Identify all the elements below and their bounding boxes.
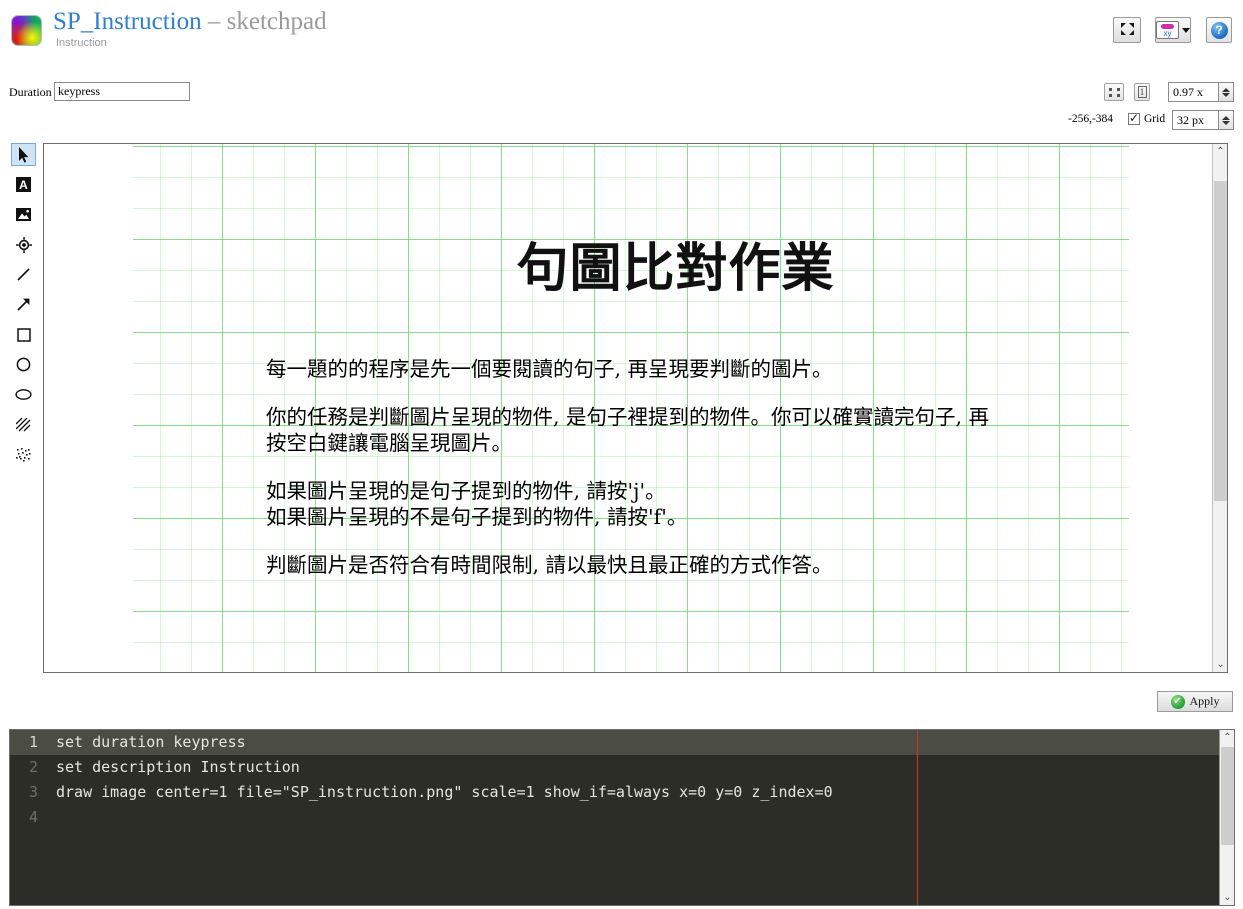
code-line[interactable]: set description Instruction [47, 755, 1219, 780]
app-header: SP_Instruction – sketchpad Instruction x… [0, 0, 1243, 66]
apply-button-label: Apply [1189, 694, 1220, 708]
canvas-page[interactable]: 句圖比對作業 每一題的的程序是先一個要閱讀的句子, 再呈現要判斷的圖片。 你的任… [44, 144, 1213, 672]
editor-scroll-up-button[interactable]: ⌃ [1220, 730, 1234, 745]
fit-view-icon [1108, 87, 1120, 97]
zoom-level-value: 0.97 x [1173, 84, 1203, 99]
cursor-arrow-icon [19, 146, 29, 163]
canvas-scroll-up-button[interactable]: ⌃ [1213, 144, 1227, 159]
chevron-down-icon[interactable] [1222, 92, 1230, 97]
help-icon: ? [1210, 21, 1228, 39]
arrow-icon [17, 298, 30, 311]
image-icon [16, 208, 31, 221]
sketchpad-window: SP_Instruction – sketchpad Instruction x… [0, 0, 1243, 909]
help-button[interactable]: ? [1206, 17, 1232, 43]
arrow-tool[interactable] [11, 293, 36, 316]
editor-caret [917, 730, 918, 905]
cursor-coordinates: -256,-384 [1068, 113, 1114, 125]
page-title-dash: – [201, 8, 227, 35]
page-description: Instruction [56, 37, 107, 49]
code-line[interactable]: set duration keypress [47, 730, 1219, 755]
fullscreen-icon [1120, 22, 1135, 38]
circle-tool[interactable] [11, 353, 36, 376]
circle-icon [16, 357, 31, 372]
line-number: 4 [28, 808, 38, 826]
page-title-sub: sketchpad [226, 8, 327, 35]
line-number: 1 [10, 730, 47, 755]
instruction-paragraph: 按空白鍵讓電腦呈現圖片。 [266, 431, 512, 455]
chevron-down-icon[interactable] [1182, 27, 1190, 33]
grid-stepper-arrows[interactable] [1218, 111, 1233, 129]
text-tool[interactable]: A [11, 173, 36, 196]
green-check-icon: ✔ [1170, 694, 1185, 709]
line-icon [17, 268, 30, 281]
instruction-paragraph: 判斷圖片是否符合有時間限制, 請以最快且最正確的方式作答。 [266, 553, 833, 577]
chevron-up-icon: ⌃ [1216, 145, 1225, 157]
xy-pill-shape [1161, 23, 1174, 29]
instruction-paragraph: 你的任務是判斷圖片呈現的物件, 是句子裡提到的物件。你可以確實讀完句子, 再 [266, 405, 990, 429]
instruction-paragraph: 如果圖片呈現的不是句子提到的物件, 請按'f'。 [266, 505, 688, 529]
image-tool[interactable] [11, 203, 36, 226]
chevron-up-icon[interactable] [1222, 115, 1230, 120]
canvas-scroll-thumb[interactable] [1214, 181, 1227, 501]
xy-icon-label: xy [1163, 28, 1172, 38]
page-title: SP_Instruction – sketchpad [53, 8, 327, 36]
sketchpad-canvas[interactable]: 句圖比對作業 每一題的的程序是先一個要閱讀的句子, 再呈現要判斷的圖片。 你的任… [43, 143, 1228, 673]
fit-view-button[interactable] [1104, 83, 1124, 101]
zoom-level-stepper[interactable]: 0.97 x [1168, 82, 1234, 102]
ellipse-tool[interactable] [11, 383, 36, 406]
editor-gutter: 1 2 3 4 [10, 730, 47, 905]
zoom-stepper-arrows[interactable] [1218, 83, 1233, 101]
text-a-icon: A [16, 177, 31, 192]
fullscreen-icon-svg [1120, 23, 1134, 35]
hatch-tool[interactable] [11, 413, 36, 436]
chevron-up-icon: ⌃ [1223, 731, 1232, 743]
grid-size-value: 32 px [1177, 112, 1204, 127]
fullscreen-button[interactable] [1113, 17, 1141, 43]
hatch-pattern-icon [16, 417, 31, 431]
zoom-reset-button[interactable]: 1 [1134, 83, 1150, 101]
instruction-paragraph: 每一題的的程序是先一個要閱讀的句子, 再呈現要判斷的圖片。 [266, 357, 833, 381]
line-tool[interactable] [11, 263, 36, 286]
target-icon [15, 236, 32, 253]
instruction-title: 句圖比對作業 [516, 238, 835, 299]
color-wheel-icon [11, 15, 42, 46]
svg-text:A: A [19, 178, 28, 192]
grid-label: Grid [1144, 113, 1166, 125]
editor-code-area[interactable]: set duration keypress set description In… [47, 730, 1219, 905]
select-tool[interactable] [11, 143, 36, 166]
chevron-down-icon: ⌄ [1216, 658, 1225, 670]
grid-toggle[interactable]: Grid [1128, 111, 1166, 125]
grid-checkbox[interactable] [1128, 111, 1140, 125]
xy-variables-icon: xy [1156, 21, 1179, 39]
script-editor[interactable]: 1 2 3 4 set duration keypress set descri… [9, 729, 1235, 906]
canvas-scroll-down-button[interactable]: ⌄ [1213, 657, 1227, 672]
line-number: 3 [28, 783, 38, 801]
apply-button[interactable]: ✔ Apply [1157, 691, 1233, 712]
rectangle-tool[interactable] [11, 323, 36, 346]
instruction-body: 每一題的的程序是先一個要閱讀的句子, 再呈現要判斷的圖片。 你的任務是判斷圖片呈… [266, 356, 1146, 600]
duration-input[interactable] [54, 82, 190, 101]
variable-inspector-button[interactable]: xy [1155, 17, 1191, 43]
editor-vertical-scrollbar[interactable]: ⌃ ⌄ [1219, 730, 1234, 905]
page-title-main: SP_Instruction [53, 8, 202, 35]
editor-scroll-thumb[interactable] [1221, 747, 1234, 845]
instruction-paragraph: 如果圖片呈現的是句子提到的物件, 請按'j'。 [266, 479, 666, 503]
editor-scroll-down-button[interactable]: ⌄ [1220, 890, 1234, 905]
chevron-down-icon[interactable] [1222, 120, 1230, 125]
canvas-vertical-scrollbar[interactable]: ⌃ ⌄ [1212, 144, 1227, 672]
chevron-up-icon[interactable] [1222, 87, 1230, 92]
line-number: 2 [28, 758, 38, 776]
chevron-down-icon: ⌄ [1223, 891, 1232, 903]
grid-size-stepper[interactable]: 32 px [1172, 110, 1234, 130]
code-line[interactable] [47, 805, 1219, 830]
tool-rail: A [11, 143, 36, 473]
duration-label: Duration [9, 85, 52, 99]
zoom-reset-icon: 1 [1137, 86, 1147, 98]
target-tool[interactable] [11, 233, 36, 256]
noise-tool[interactable] [11, 443, 36, 466]
code-line[interactable]: draw image center=1 file="SP_instruction… [47, 780, 1219, 805]
rectangle-icon [16, 327, 31, 342]
noise-dots-icon [16, 447, 31, 462]
ellipse-icon [15, 389, 32, 400]
